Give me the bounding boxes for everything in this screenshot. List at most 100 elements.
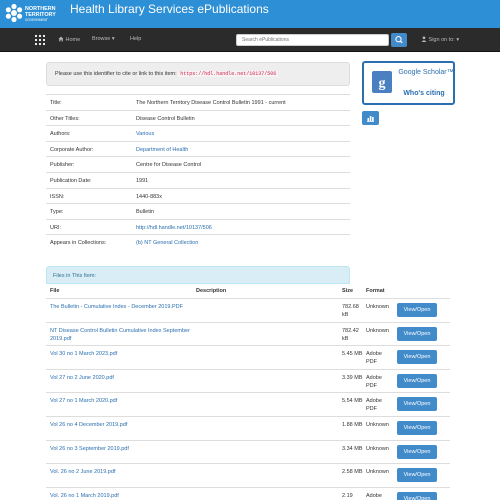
file-name-link[interactable]: Vol 27 no 1 March 2020.pdf: [50, 397, 190, 405]
metadata-key: Authors:: [50, 131, 71, 138]
metadata-link[interactable]: http://hdl.handle.net/10137/506: [136, 225, 212, 231]
nav-home[interactable]: Home: [58, 36, 80, 43]
view-open-button[interactable]: View/Open: [397, 491, 437, 500]
nav-home-label: Home: [65, 37, 81, 43]
home-icon: [58, 36, 64, 42]
metadata-key: Appears in Collections:: [50, 240, 107, 247]
file-size: 782.42 kB: [342, 327, 359, 342]
file-size: 2.19: [342, 492, 353, 499]
whos-citing-link[interactable]: Who's citing: [394, 90, 454, 97]
file-size: 1.88 MB: [342, 422, 363, 428]
nav-browse[interactable]: Browse ▾: [92, 36, 115, 42]
view-open-button[interactable]: View/Open: [397, 421, 437, 435]
file-name-link[interactable]: Vol. 26 no 1 March 2019.pdf: [50, 492, 190, 500]
metadata-key: Title:: [50, 100, 62, 106]
google-scholar-box[interactable]: g Google Scholar™ Who's citing: [362, 61, 455, 105]
metadata-row: Other Titles: Disease Control Bulletin: [46, 109, 350, 126]
metadata-value: The Northern Territory Disease Control B…: [136, 100, 286, 106]
view-open-button[interactable]: View/Open: [397, 397, 437, 412]
file-format: Unknown: [366, 469, 389, 476]
metadata-row: Title: The Northern Territory Disease Con…: [46, 94, 350, 110]
file-name-link[interactable]: The Bulletin - Cumulative Index - Decemb…: [50, 303, 190, 311]
metadata-key: Corporate Author:: [50, 146, 94, 153]
file-size: 3.34 MB: [342, 445, 363, 452]
file-name-link[interactable]: Vol 27 no 2 June 2020.pdf: [50, 374, 190, 382]
metadata-key: URI:: [50, 224, 61, 231]
file-size: 2.58 MB: [342, 469, 363, 476]
file-name-link[interactable]: NT Disease Control Bulletin Cumulative I…: [50, 327, 190, 343]
metadata-row: Type: Bulletin: [46, 203, 350, 219]
file-format: Unknown: [366, 304, 389, 310]
metadata-key: Other Titles:: [50, 115, 80, 122]
nav-help[interactable]: Help: [130, 36, 141, 42]
column-header-size: Size: [342, 288, 354, 294]
file-size: 3.39 MB: [342, 374, 363, 381]
signin-menu[interactable]: Sign on to: ▾: [421, 36, 459, 43]
metadata-row: Appears in Collections: (b) NT General Co…: [46, 234, 350, 250]
file-row: Vol. 26 no 2 June 2019.pdf 2.58 MB Unknown…: [46, 463, 450, 487]
column-header-file: File: [50, 288, 60, 294]
metadata-value: Centre for Disease Control: [136, 162, 202, 169]
nt-government-logo[interactable]: NORTHERN TERRITORY GOVERNMENT: [4, 2, 64, 26]
scholar-name: Google Scholar™: [398, 69, 454, 76]
metadata-row: URI: http://hdl.handle.net/10137/506: [46, 218, 350, 235]
file-name-link[interactable]: Vol 30 no 1 March 2023.pdf: [50, 350, 190, 358]
view-open-button[interactable]: View/Open: [397, 303, 437, 317]
apps-grid-icon[interactable]: [34, 34, 46, 46]
file-row: Vol 30 no 1 March 2023.pdf 5.45 MB Adobe P…: [46, 345, 450, 369]
signin-label: Sign on to: ▾: [428, 37, 460, 43]
file-format: Unknown: [366, 422, 389, 428]
file-row: Vol 26 no 4 December 2019.pdf 1.88 MB Unkn…: [46, 416, 450, 440]
svg-text:GOVERNMENT: GOVERNMENT: [25, 18, 48, 22]
metadata-row: Publication Date: 1991: [46, 172, 350, 188]
file-size: 5.54 MB: [342, 398, 363, 405]
metadata-row: Publisher: Centre for Disease Control: [46, 156, 350, 172]
metadata-row: ISSN: 1440-883x: [46, 187, 350, 204]
bar-chart-icon: [367, 116, 374, 122]
statistics-button[interactable]: [362, 111, 379, 125]
file-format: Adobe: [366, 492, 382, 499]
file-size: 5.45 MB: [342, 351, 363, 358]
file-name-link[interactable]: Vol 26 no 4 December 2019.pdf: [50, 421, 190, 429]
file-size: 782.68 kB: [342, 304, 359, 318]
search-button[interactable]: [391, 33, 407, 47]
site-banner: NORTHERN TERRITORY GOVERNMENT Health Lib…: [0, 0, 500, 28]
google-scholar-icon: g: [372, 71, 392, 93]
view-open-button[interactable]: View/Open: [397, 350, 437, 365]
user-icon: [421, 36, 427, 42]
file-name-link[interactable]: Vol. 26 no 2 June 2019.pdf: [50, 468, 190, 476]
view-open-button[interactable]: View/Open: [397, 373, 437, 388]
metadata-key: Publisher:: [50, 162, 75, 169]
file-row: NT Disease Control Bulletin Cumulative I…: [46, 321, 450, 346]
files-panel-heading: Files in This Item:: [46, 266, 350, 284]
metadata-link[interactable]: (b) NT General Collection: [136, 240, 198, 246]
file-format: Unknown: [366, 327, 389, 334]
metadata-key: Publication Date:: [50, 178, 92, 184]
svg-text:g: g: [379, 76, 386, 91]
metadata-key: Type:: [50, 209, 64, 216]
metadata-link[interactable]: Various: [136, 131, 154, 137]
metadata-key: ISSN:: [50, 193, 65, 200]
file-row: The Bulletin - Cumulative Index - Decemb…: [46, 298, 450, 322]
file-row: Vol 27 no 1 March 2020.pdf 5.54 MB Adobe P…: [46, 392, 450, 416]
file-row: Vol. 26 no 1 March 2019.pdf 2.19 Adobe View…: [46, 486, 450, 500]
citation-handle[interactable]: https://hdl.handle.net/10137/506: [178, 71, 279, 77]
file-format: Adobe PDF: [366, 398, 382, 413]
citation-box: Please use this identifier to cite or li…: [46, 62, 350, 86]
metadata-value: Bulletin: [136, 209, 155, 216]
file-format: Adobe PDF: [366, 374, 382, 389]
metadata-value: 1991: [136, 178, 149, 184]
site-title: Health Library Services ePublications: [70, 2, 269, 16]
view-open-button[interactable]: View/Open: [397, 468, 437, 483]
file-format: Unknown: [366, 445, 389, 452]
view-open-button[interactable]: View/Open: [397, 326, 437, 341]
file-row: Vol 27 no 2 June 2020.pdf 3.39 MB Adobe PD…: [46, 368, 450, 393]
top-navbar: Home Browse ▾ Help Sign on to: ▾: [0, 28, 500, 52]
file-name-link[interactable]: Vol 26 no 3 September 2019.pdf: [50, 445, 190, 453]
metadata-value: 1440-883x: [136, 193, 162, 200]
search-input[interactable]: [236, 34, 389, 46]
view-open-button[interactable]: View/Open: [397, 444, 437, 459]
file-row: Vol 26 no 3 September 2019.pdf 3.34 MB Unk…: [46, 439, 450, 464]
metadata-link[interactable]: Department of Health: [136, 147, 188, 153]
metadata-row: Corporate Author: Department of Health: [46, 140, 350, 157]
